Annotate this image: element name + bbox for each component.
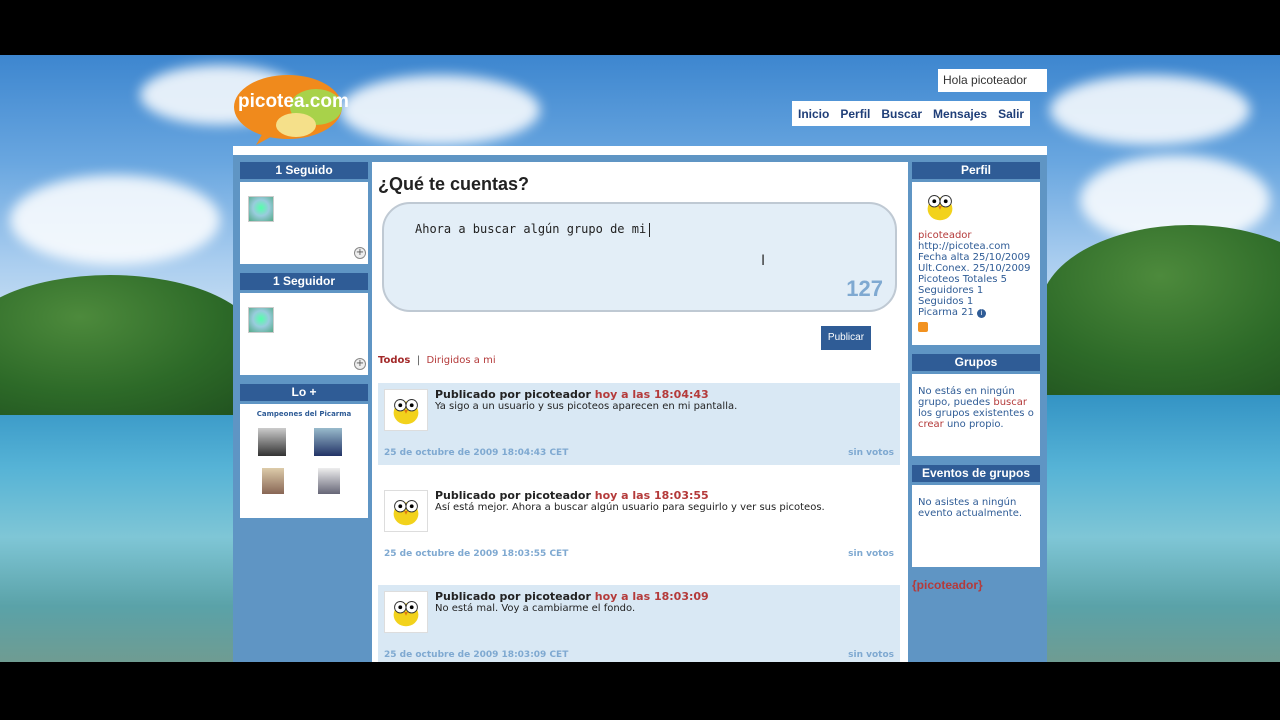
- top-box: Campeones del Picarma: [240, 404, 368, 518]
- post-body: Así está mejor. Ahora a buscar algún usu…: [435, 502, 825, 513]
- following-title: 1 Seguido: [240, 162, 368, 179]
- ibeam-cursor-icon: I: [761, 253, 766, 269]
- profile-ultconex: Ult.Conex. 25/10/2009: [918, 263, 1031, 274]
- filter-all[interactable]: Todos: [378, 355, 410, 366]
- followers-title: 1 Seguidor: [240, 273, 368, 290]
- post-votes[interactable]: sin votos: [848, 549, 894, 559]
- main-wrapper: 1 Seguido + 1 Seguidor + Lo + Campeones …: [233, 146, 1047, 662]
- publish-button[interactable]: Publicar: [821, 326, 871, 350]
- post-body: No está mal. Voy a cambiarme el fondo.: [435, 603, 636, 614]
- follower-avatar[interactable]: [248, 307, 274, 333]
- groups-search-link[interactable]: buscar: [993, 397, 1027, 408]
- champion-avatar[interactable]: [262, 468, 284, 494]
- bg-hill: [1040, 225, 1280, 395]
- profile-picoteos: Picoteos Totales 5: [918, 274, 1008, 285]
- owl-avatar-icon[interactable]: [384, 389, 428, 431]
- followers-box: +: [240, 293, 368, 375]
- bg-hill: [0, 275, 260, 415]
- nav-salir[interactable]: Salir: [998, 107, 1024, 121]
- bg-cloud: [1050, 75, 1250, 145]
- profile-alta: Fecha alta 25/10/2009: [918, 252, 1031, 263]
- picotea-logo[interactable]: picotea.com: [234, 71, 352, 147]
- champion-avatar[interactable]: [314, 428, 342, 456]
- groups-create-link[interactable]: crear: [918, 419, 944, 430]
- events-box: No asistes a ningún evento actualmente.: [912, 485, 1040, 567]
- feed-filters: Todos | Dirigidos a mi: [378, 355, 496, 366]
- post-author[interactable]: Publicado por picoteador: [435, 590, 591, 603]
- events-text: No asistes a ningún evento actualmente.: [918, 497, 1023, 519]
- top-nav: Inicio Perfil Buscar Mensajes Salir: [792, 101, 1031, 126]
- post-author[interactable]: Publicado por picoteador: [435, 388, 591, 401]
- nav-buscar[interactable]: Buscar: [881, 107, 922, 121]
- bg-cloud: [340, 75, 540, 145]
- following-avatar[interactable]: [248, 196, 274, 222]
- top-divider: [233, 146, 1047, 155]
- greeting: Hola picoteador: [938, 69, 1047, 92]
- profile-title: Perfil: [912, 162, 1040, 179]
- bg-cloud: [10, 175, 220, 265]
- post-time[interactable]: hoy a las 18:04:43: [595, 388, 709, 401]
- nav-mensajes[interactable]: Mensajes: [933, 107, 987, 121]
- expand-icon[interactable]: +: [354, 358, 366, 370]
- browser-viewport: picotea.com Hola picoteador Inicio Perfi…: [0, 55, 1280, 662]
- post-header: Publicado por picoteador hoy a las 18:03…: [435, 489, 709, 502]
- champion-avatar[interactable]: [258, 428, 286, 456]
- char-counter: 127: [846, 276, 883, 301]
- center-column: ¿Qué te cuentas? Ahora a buscar algún gr…: [372, 162, 908, 662]
- groups-box: No estás en ningún grupo, puedes buscar …: [912, 374, 1040, 456]
- composer-title: ¿Qué te cuentas?: [378, 174, 530, 194]
- post-date[interactable]: 25 de octubre de 2009 18:04:43 CET: [384, 448, 568, 458]
- champion-avatar[interactable]: [318, 468, 340, 494]
- profile-box: picoteador http://picotea.com Fecha alta…: [912, 182, 1040, 345]
- nav-perfil[interactable]: Perfil: [840, 107, 870, 121]
- post-header: Publicado por picoteador hoy a las 18:04…: [435, 388, 709, 401]
- post-textarea-text: Ahora a buscar algún grupo de mi: [415, 222, 651, 237]
- feed-post: Publicado por picoteador hoy a las 18:04…: [378, 383, 900, 465]
- events-title: Eventos de grupos: [912, 465, 1040, 482]
- post-header: Publicado por picoteador hoy a las 18:03…: [435, 590, 709, 603]
- feed-post: Publicado por picoteador hoy a las 18:03…: [378, 585, 900, 662]
- profile-name[interactable]: picoteador: [918, 230, 1034, 241]
- owl-avatar-icon[interactable]: [384, 591, 428, 633]
- left-column: 1 Seguido + 1 Seguidor + Lo + Campeones …: [240, 162, 368, 518]
- post-author[interactable]: Publicado por picoteador: [435, 489, 591, 502]
- profile-seguidos[interactable]: Seguidos 1: [918, 296, 1034, 307]
- post-votes[interactable]: sin votos: [848, 448, 894, 458]
- post-date[interactable]: 25 de octubre de 2009 18:03:09 CET: [384, 650, 568, 660]
- post-textarea[interactable]: Ahora a buscar algún grupo de mi I 127: [382, 202, 897, 312]
- user-tag[interactable]: {picoteador}: [912, 578, 1040, 592]
- profile-url[interactable]: http://picotea.com: [918, 241, 1034, 252]
- info-icon[interactable]: i: [977, 309, 987, 318]
- post-body: Ya sigo a un usuario y sus picoteos apar…: [435, 401, 738, 412]
- top-subtitle: Campeones del Picarma: [256, 410, 352, 418]
- top-title: Lo +: [240, 384, 368, 401]
- post-time[interactable]: hoy a las 18:03:09: [595, 590, 709, 603]
- nav-inicio[interactable]: Inicio: [798, 107, 829, 121]
- groups-text: No estás en ningún grupo, puedes buscar …: [918, 386, 1034, 430]
- feed-post: Publicado por picoteador hoy a las 18:03…: [378, 484, 900, 566]
- filter-separator: |: [416, 355, 421, 366]
- post-date[interactable]: 25 de octubre de 2009 18:03:55 CET: [384, 549, 568, 559]
- following-box: +: [240, 182, 368, 264]
- rss-icon[interactable]: [918, 322, 928, 332]
- groups-title: Grupos: [912, 354, 1040, 371]
- filter-directed[interactable]: Dirigidos a mi: [426, 355, 495, 366]
- expand-icon[interactable]: +: [354, 247, 366, 259]
- post-votes[interactable]: sin votos: [848, 650, 894, 660]
- profile-seguidores[interactable]: Seguidores 1: [918, 285, 1034, 296]
- profile-owl-icon[interactable]: [918, 186, 962, 226]
- post-time[interactable]: hoy a las 18:03:55: [595, 489, 709, 502]
- profile-picarma: Picarma 21 i: [918, 307, 1034, 318]
- owl-avatar-icon[interactable]: [384, 490, 428, 532]
- right-column: Perfil picoteador http://picotea.com Fec…: [912, 162, 1040, 592]
- svg-text:picotea.com: picotea.com: [238, 91, 349, 112]
